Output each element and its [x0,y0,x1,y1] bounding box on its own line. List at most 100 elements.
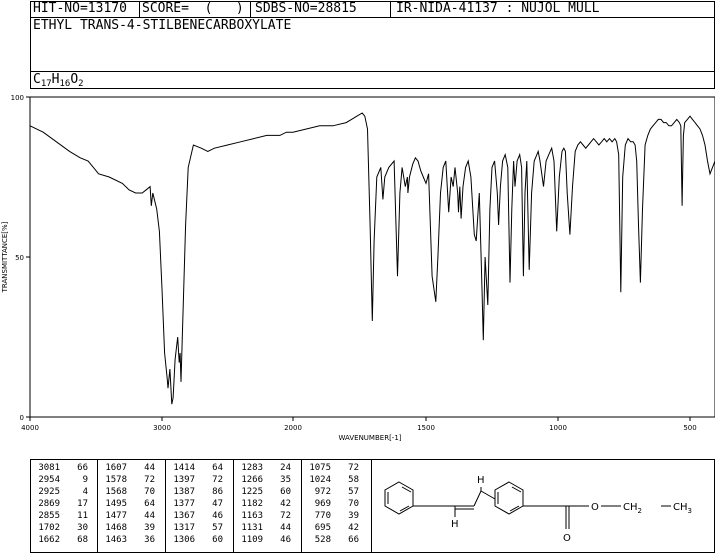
peak-wavenumber: 1266 [241,475,263,485]
peak-wavenumber: 1463 [105,535,127,545]
peak-wavenumber: 1075 [309,463,331,473]
peak-wavenumber: 1225 [241,487,263,497]
peak-wavenumber: 1578 [105,475,127,485]
h-bottom-label: H [451,519,459,530]
peak-wavenumber: 3081 [38,463,60,473]
chart-axes [29,96,715,418]
molecular-structure: H H O O CH2 CH3 [384,475,692,544]
peak-wavenumber: 1607 [105,463,127,473]
peak-transmittance: 24 [280,463,291,473]
peak-column-divider [233,459,234,553]
ir-spectrum-chart: 4000 3000 2000 1500 1000 500 0 50 100 WAVENUMBER… [1,94,715,442]
x-tick-label: 4000 [21,424,39,432]
y-tick-label: 0 [20,414,24,422]
peak-wavenumber: 1024 [309,475,331,485]
peak-transmittance: 70 [348,499,359,509]
peak-transmittance: 57 [212,523,223,533]
y-tick-label: 100 [11,94,24,102]
peak-wavenumber: 1182 [241,499,263,509]
peak-wavenumber: 695 [314,523,331,533]
peak-wavenumber: 2869 [38,499,60,509]
peak-wavenumber: 1468 [105,523,127,533]
spectrum-trace [29,112,715,405]
peak-wavenumber: 1283 [241,463,263,473]
x-axis-label: WAVENUMBER[-1] [338,434,401,442]
peak-wavenumber: 1163 [241,511,263,521]
peak-transmittance: 46 [212,511,223,521]
peak-wavenumber: 770 [314,511,331,521]
peak-wavenumber: 1414 [173,463,195,473]
peak-transmittance: 4 [82,487,88,497]
peak-transmittance: 86 [212,487,223,497]
peak-column-divider [301,459,302,553]
peak-transmittance: 66 [348,535,359,545]
peak-transmittance: 72 [348,463,359,473]
peak-transmittance: 60 [280,487,291,497]
peak-transmittance: 35 [280,475,291,485]
x-tick-label: 1000 [549,424,567,432]
y-tick-label: 50 [15,254,24,262]
h-top-label: H [477,475,485,486]
o-carbonyl-label: O [563,533,571,544]
peak-wavenumber: 1495 [105,499,127,509]
peak-wavenumber: 1131 [241,523,263,533]
peak-wavenumber: 969 [314,499,331,509]
peak-wavenumber: 1377 [173,499,195,509]
peak-wavenumber: 1477 [105,511,127,521]
peak-transmittance: 72 [144,475,155,485]
x-tick-label: 3000 [153,424,171,432]
peak-transmittance: 66 [77,463,88,473]
peak-column-divider [165,459,166,553]
peak-table: 3081 66 2954 9 2925 4 2869 17 2855 11 1702 30 1662 68… [30,459,372,553]
peak-transmittance: 72 [212,475,223,485]
peak-transmittance: 47 [212,499,223,509]
peak-transmittance: 42 [280,499,291,509]
peak-wavenumber: 1397 [173,475,195,485]
peak-wavenumber: 1306 [173,535,195,545]
peak-transmittance: 64 [212,463,223,473]
peak-transmittance: 39 [348,511,359,521]
ch3-label: CH3 [673,502,692,515]
plot-frame [29,96,715,418]
peak-transmittance: 42 [348,523,359,533]
peak-transmittance: 39 [144,523,155,533]
peak-wavenumber: 2925 [38,487,60,497]
peak-wavenumber: 1109 [241,535,263,545]
x-tick-label: 500 [683,424,696,432]
peak-transmittance: 44 [144,511,155,521]
chart-ticks: 4000 3000 2000 1500 1000 500 0 50 100 [11,94,697,432]
peak-wavenumber: 1317 [173,523,195,533]
peak-transmittance: 64 [144,499,155,509]
phenylene-ring [494,481,524,515]
peak-transmittance: 44 [280,523,291,533]
peak-transmittance: 46 [280,535,291,545]
o-ester-label: O [591,502,599,513]
peak-transmittance: 9 [82,475,88,485]
peak-column-divider [97,459,98,553]
x-tick-label: 2000 [284,424,302,432]
peak-transmittance: 72 [280,511,291,521]
peak-transmittance: 57 [348,487,359,497]
peak-wavenumber: 2855 [38,511,60,521]
peak-transmittance: 36 [144,535,155,545]
y-axis-label: TRANSMITTANCE[%] [1,221,9,293]
peak-transmittance: 11 [77,511,88,521]
peak-wavenumber: 2954 [38,475,60,485]
peak-transmittance: 17 [77,499,88,509]
peak-wavenumber: 972 [314,487,331,497]
peak-transmittance: 68 [77,535,88,545]
ch2-label: CH2 [623,502,642,515]
peak-transmittance: 60 [212,535,223,545]
x-tick-label: 1500 [417,424,435,432]
ir-spectrum-page: HIT-NO=13170 SCORE= ( ) SDBS-NO=28815 IR… [0,0,715,553]
phenyl-ring [384,481,414,515]
peak-transmittance: 70 [144,487,155,497]
peak-transmittance: 58 [348,475,359,485]
peak-wavenumber: 1702 [38,523,60,533]
peak-wavenumber: 528 [314,535,331,545]
peak-wavenumber: 1568 [105,487,127,497]
peak-transmittance: 44 [144,463,155,473]
peak-wavenumber: 1662 [38,535,60,545]
peak-wavenumber: 1367 [173,511,195,521]
peak-transmittance: 30 [77,523,88,533]
